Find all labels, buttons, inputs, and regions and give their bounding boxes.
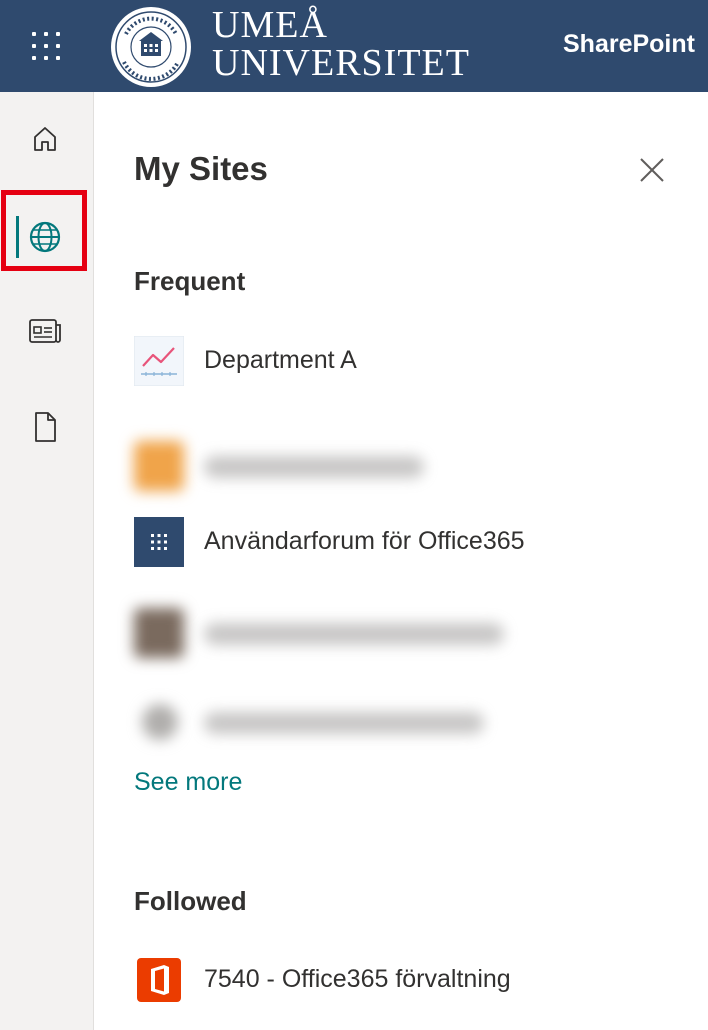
app-launcher-waffle-icon[interactable] [28, 28, 64, 64]
office-logo-icon [137, 958, 181, 1002]
blurred-site-label [204, 456, 424, 478]
rail-files-button[interactable] [14, 398, 76, 456]
trend-chart-icon [134, 336, 184, 386]
rail-home-button[interactable] [14, 110, 76, 168]
frequent-site-item-blurred[interactable] [130, 603, 690, 663]
followed-site-item[interactable]: 7540 - Office365 förvaltning [130, 950, 690, 1010]
rail-news-button[interactable] [14, 302, 76, 360]
site-label: Användarforum för Office365 [204, 527, 525, 555]
home-icon [34, 127, 56, 151]
frequent-site-item[interactable]: Department A [130, 331, 690, 391]
site-logo-icon [134, 608, 184, 658]
highlight-annotation-box [1, 190, 87, 271]
blurred-site-label [204, 712, 484, 734]
see-more-link[interactable]: See more [134, 768, 242, 797]
frequent-site-item-blurred[interactable] [130, 692, 690, 752]
logo-line-2: UNIVERSITET [212, 42, 470, 84]
frequent-site-item-blurred[interactable] [130, 436, 690, 496]
site-label: Department A [204, 346, 357, 374]
document-icon [35, 412, 56, 442]
logo-line-1: UMEÅ [212, 4, 328, 46]
site-label: 7540 - Office365 förvaltning [204, 965, 511, 993]
blurred-site-label [204, 623, 504, 645]
frequent-site-item[interactable]: Användarforum för Office365 [130, 512, 690, 572]
suite-bar: UMEÅ UNIVERSITET SharePoint [0, 0, 708, 92]
waffle-tile-icon [134, 517, 184, 567]
followed-heading: Followed [134, 886, 247, 916]
panel-title: My Sites [134, 150, 268, 187]
university-logo-text: UMEÅ UNIVERSITET [212, 6, 470, 82]
frequent-heading: Frequent [134, 266, 246, 296]
site-logo-icon [134, 441, 184, 491]
close-icon [640, 158, 664, 182]
app-name-link[interactable]: SharePoint [563, 30, 695, 59]
news-icon [29, 319, 61, 343]
university-seal-icon [111, 7, 191, 87]
site-logo-icon [142, 704, 178, 740]
close-panel-button[interactable] [630, 148, 674, 192]
